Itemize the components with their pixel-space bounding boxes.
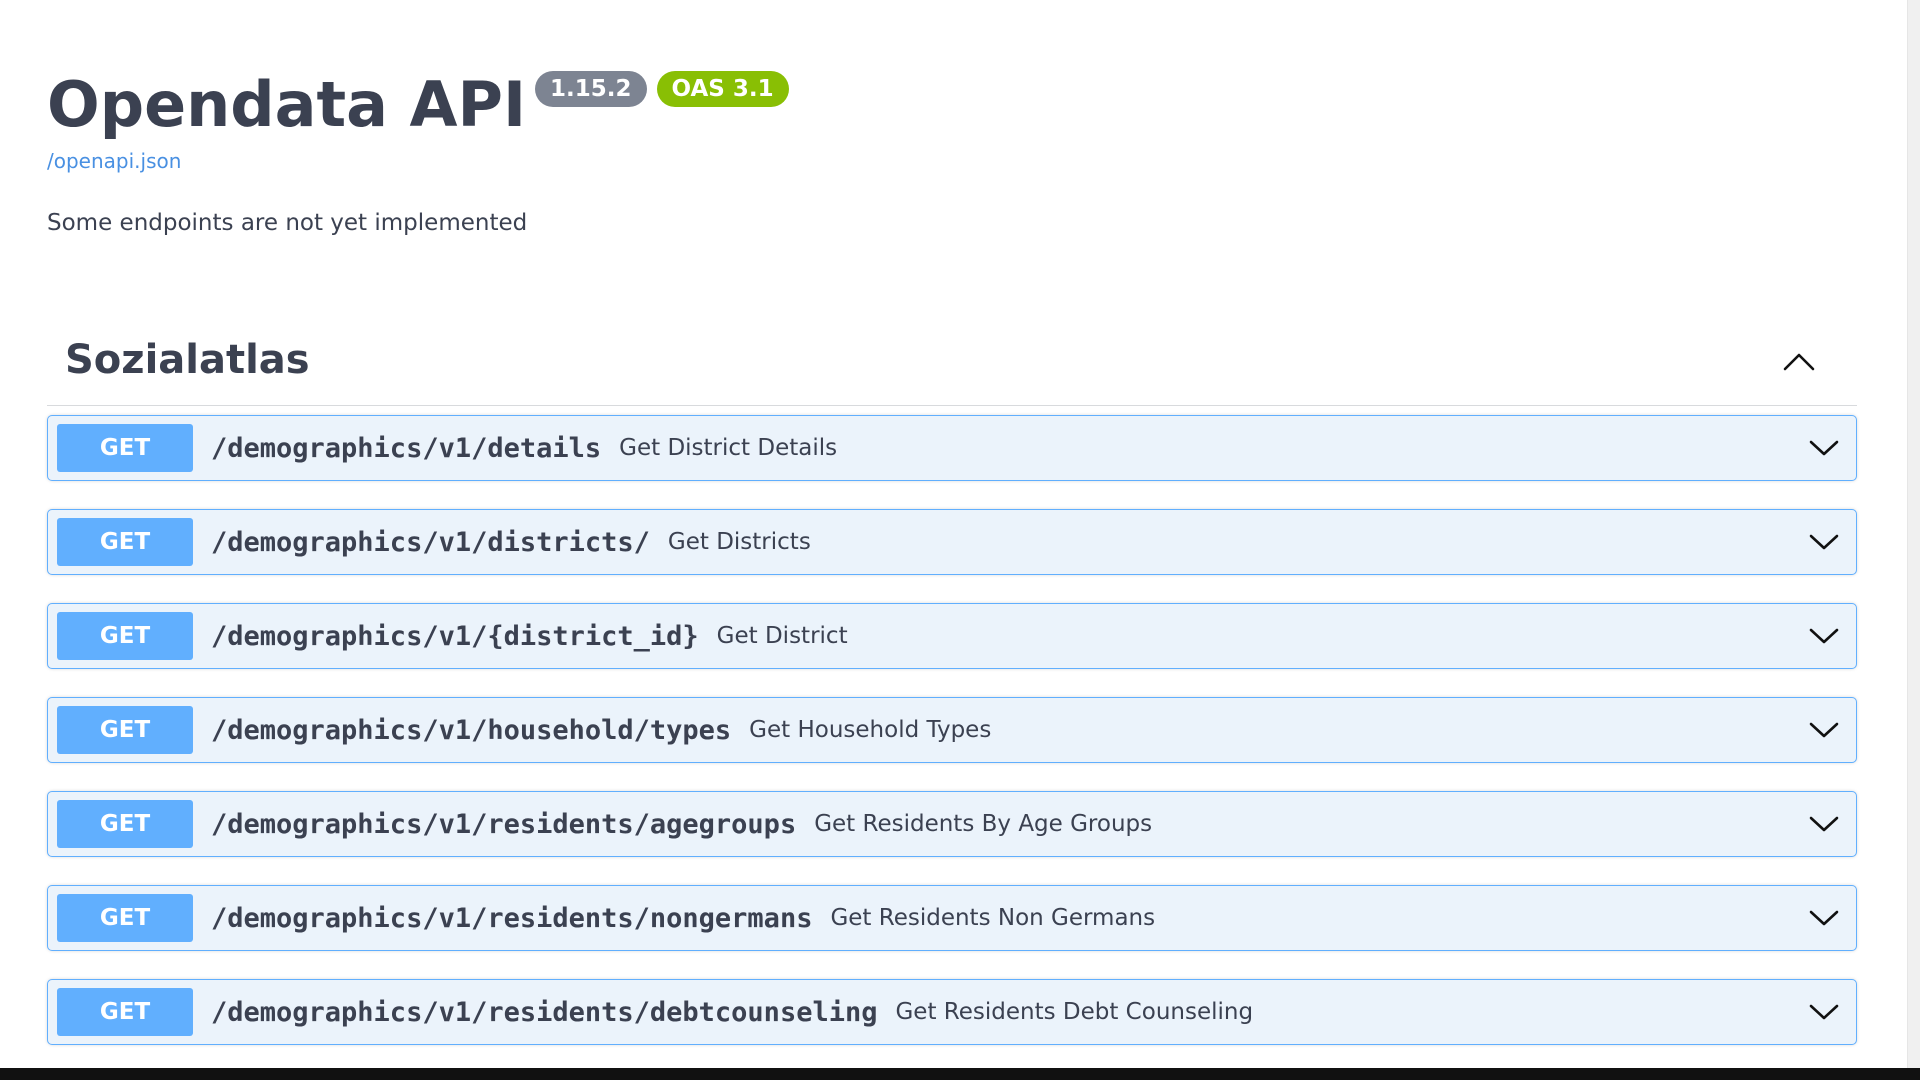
operation-summary: Get Household Types <box>749 717 992 743</box>
operation-summary: Get District Details <box>619 435 838 461</box>
swagger-ui-page: Opendata API 1.15.2 OAS 3.1 /openapi.jso… <box>0 0 1920 1080</box>
api-info: Opendata API 1.15.2 OAS 3.1 /openapi.jso… <box>47 62 789 236</box>
api-title: Opendata API <box>47 68 527 141</box>
operation-summary: Get Residents Non Germans <box>830 905 1156 931</box>
operation-row[interactable]: GET /demographics/v1/districts/ Get Dist… <box>47 509 1857 575</box>
operation-summary: Get Districts <box>667 529 811 555</box>
vertical-scrollbar[interactable] <box>1907 0 1920 1068</box>
chevron-down-icon[interactable] <box>1808 714 1840 746</box>
operation-summary: Get District <box>716 623 848 649</box>
operation-path: /demographics/v1/household/types <box>211 714 732 746</box>
operation-summary: Get Residents By Age Groups <box>814 811 1153 837</box>
operation-path: /demographics/v1/districts/ <box>211 526 650 558</box>
operation-path: /demographics/v1/residents/debtcounselin… <box>211 996 878 1028</box>
method-badge: GET <box>57 518 193 566</box>
chevron-down-icon[interactable] <box>1808 902 1840 934</box>
tag-section-sozialatlas: Sozialatlas GET /demographics/v1/details… <box>47 325 1857 1073</box>
chevron-up-icon[interactable] <box>1781 343 1817 379</box>
operation-row[interactable]: GET /demographics/v1/residents/agegroups… <box>47 791 1857 857</box>
operation-path: /demographics/v1/residents/nongermans <box>211 902 813 934</box>
method-badge: GET <box>57 800 193 848</box>
operation-row[interactable]: GET /demographics/v1/details Get Distric… <box>47 415 1857 481</box>
chevron-down-icon[interactable] <box>1808 526 1840 558</box>
operation-row[interactable]: GET /demographics/v1/residents/nongerman… <box>47 885 1857 951</box>
method-badge: GET <box>57 894 193 942</box>
operation-row[interactable]: GET /demographics/v1/residents/debtcouns… <box>47 979 1857 1045</box>
chevron-down-icon[interactable] <box>1808 996 1840 1028</box>
api-description: Some endpoints are not yet implemented <box>47 210 528 236</box>
chevron-down-icon[interactable] <box>1808 620 1840 652</box>
bottom-edge-bar <box>0 1068 1920 1080</box>
tag-name: Sozialatlas <box>65 337 310 383</box>
version-badge: 1.15.2 <box>535 71 647 107</box>
title-row: Opendata API 1.15.2 OAS 3.1 <box>47 62 789 148</box>
method-badge: GET <box>57 612 193 660</box>
method-badge: GET <box>57 706 193 754</box>
operation-path: /demographics/v1/residents/agegroups <box>211 808 797 840</box>
operation-row[interactable]: GET /demographics/v1/{district_id} Get D… <box>47 603 1857 669</box>
operations-list: GET /demographics/v1/details Get Distric… <box>47 415 1857 1045</box>
openapi-json-link[interactable]: /openapi.json <box>47 149 789 173</box>
operation-summary: Get Residents Debt Counseling <box>895 999 1254 1025</box>
chevron-down-icon[interactable] <box>1808 432 1840 464</box>
method-badge: GET <box>57 988 193 1036</box>
oas-badge: OAS 3.1 <box>656 71 789 107</box>
chevron-down-icon[interactable] <box>1808 808 1840 840</box>
operation-path: /demographics/v1/details <box>211 432 602 464</box>
operation-row[interactable]: GET /demographics/v1/household/types Get… <box>47 697 1857 763</box>
operation-path: /demographics/v1/{district_id} <box>211 620 699 652</box>
tag-header[interactable]: Sozialatlas <box>47 325 1857 406</box>
method-badge: GET <box>57 424 193 472</box>
